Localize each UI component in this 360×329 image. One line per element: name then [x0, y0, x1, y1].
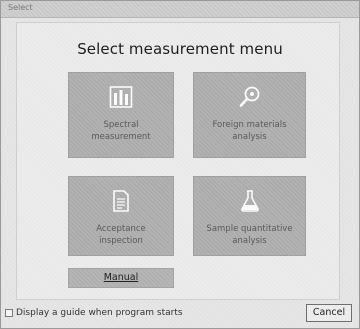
manual-button[interactable]: Manual	[68, 268, 174, 288]
bar-spectrum-icon	[109, 86, 133, 108]
manual-button-label: Manual	[103, 272, 139, 283]
flask-icon	[240, 190, 259, 212]
title-bar: Select	[1, 1, 359, 18]
spectral-measurement-tile[interactable]: Spectral measurement	[68, 72, 174, 158]
window-title: Select	[8, 3, 33, 12]
document-icon	[113, 190, 129, 212]
foreign-materials-analysis-tile[interactable]: Foreign materials analysis	[193, 72, 306, 158]
sample-quantitative-analysis-tile[interactable]: Sample quantitative analysis	[193, 176, 306, 256]
guide-checkbox[interactable]	[5, 309, 13, 317]
acceptance-inspection-tile[interactable]: Acceptance inspection	[68, 176, 174, 256]
tile-label: Foreign materials analysis	[212, 120, 287, 142]
menu-panel	[16, 22, 340, 300]
magnifier-search-icon	[239, 86, 259, 107]
cancel-button[interactable]: Cancel	[306, 304, 352, 322]
tile-label: Sample quantitative analysis	[206, 224, 293, 246]
tile-label: Acceptance inspection	[96, 224, 146, 246]
tile-label: Spectral measurement	[91, 120, 151, 142]
page-title: Select measurement menu	[77, 40, 283, 58]
guide-checkbox-row[interactable]: Display a guide when program starts	[5, 306, 183, 320]
guide-checkbox-label: Display a guide when program starts	[16, 308, 183, 318]
